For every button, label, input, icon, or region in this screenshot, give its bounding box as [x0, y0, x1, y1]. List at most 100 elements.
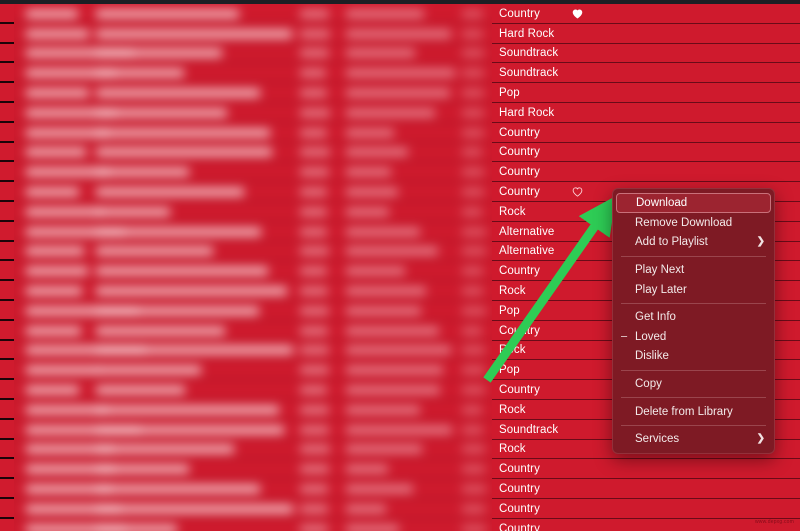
blurred-text-block	[462, 69, 484, 78]
heart-filled-icon[interactable]	[571, 8, 583, 20]
blurred-text-block	[462, 188, 485, 197]
blurred-text-block	[26, 89, 89, 98]
row-tick	[0, 477, 14, 480]
blurred-table-row	[0, 4, 492, 24]
blurred-text-block	[346, 405, 420, 414]
blurred-text-block	[346, 247, 438, 256]
table-row[interactable]: Soundtrack	[492, 63, 800, 84]
blurred-table-row	[0, 43, 492, 64]
blurred-table-row	[0, 162, 492, 183]
row-tick	[0, 120, 14, 123]
menu-item-remove-download[interactable]: Remove Download	[613, 213, 774, 233]
row-tick	[0, 398, 14, 400]
blurred-text-block	[346, 89, 451, 98]
table-row[interactable]: Soundtrack	[492, 44, 800, 64]
menu-separator	[621, 424, 766, 426]
menu-item-dislike[interactable]: Dislike	[613, 347, 774, 367]
menu-item-loved[interactable]: – Loved	[613, 327, 774, 347]
menu-item-label: Download	[636, 197, 688, 209]
genre-cell: Rock	[499, 285, 526, 298]
menu-item-play-next[interactable]: Play Next	[613, 260, 774, 280]
table-row[interactable]: Country	[492, 519, 800, 531]
blurred-text-block	[96, 247, 213, 256]
menu-item-get-info[interactable]: Get Info	[613, 307, 774, 327]
blurred-text-block	[300, 9, 329, 18]
row-tick	[0, 417, 14, 420]
blurred-text-block	[346, 128, 395, 137]
blurred-text-block	[462, 29, 484, 38]
row-tick	[0, 219, 14, 222]
blurred-text-block	[346, 346, 452, 355]
menu-item-download[interactable]: Download	[616, 193, 771, 213]
genre-cell: Soundtrack	[499, 47, 559, 60]
table-row[interactable]: Country	[492, 499, 800, 519]
blurred-text-block	[462, 168, 484, 177]
blurred-text-block	[462, 128, 484, 137]
blurred-text-block	[300, 188, 328, 197]
blurred-text-block	[462, 465, 486, 474]
genre-cell: Soundtrack	[499, 67, 559, 80]
blurred-text-block	[300, 346, 329, 355]
blurred-text-block	[26, 386, 80, 395]
blurred-text-block	[346, 227, 420, 236]
table-row[interactable]: Country	[492, 4, 800, 24]
blurred-text-block	[300, 465, 329, 474]
blurred-text-block	[96, 326, 226, 335]
blurred-table-row	[0, 221, 492, 242]
table-row[interactable]: Country	[492, 123, 800, 143]
menu-item-play-later[interactable]: Play Later	[613, 280, 774, 300]
genre-cell: Rock	[499, 205, 526, 218]
row-tick	[0, 378, 14, 381]
row-tick	[0, 516, 14, 519]
blurred-text-block	[300, 128, 327, 137]
table-row[interactable]: Country	[492, 143, 800, 163]
table-row[interactable]: Hard Rock	[492, 24, 800, 44]
blurred-text-block	[300, 445, 330, 454]
blurred-text-block	[96, 148, 272, 157]
blurred-text-block	[300, 49, 329, 58]
watermark: www.depxg.com	[754, 519, 794, 525]
context-menu[interactable]: Download Remove Download Add to Playlist ❯ P…	[612, 188, 775, 454]
menu-item-add-to-playlist[interactable]: Add to Playlist ❯	[613, 233, 774, 253]
blurred-text-block	[26, 29, 90, 38]
blurred-text-block	[462, 49, 484, 58]
blurred-text-block	[346, 69, 455, 78]
blurred-text-block	[346, 485, 414, 494]
blurred-text-block	[300, 247, 330, 256]
table-row[interactable]: Country	[492, 459, 800, 480]
blurred-text-block	[346, 386, 440, 395]
genre-cell: Rock	[499, 344, 526, 357]
blurred-text-block	[346, 445, 423, 454]
blurred-table-row	[0, 122, 492, 143]
table-row[interactable]: Hard Rock	[492, 103, 800, 123]
blurred-text-block	[300, 287, 328, 296]
menu-item-services[interactable]: Services ❯	[613, 429, 774, 449]
blurred-text-block	[300, 267, 327, 276]
blurred-table-row	[0, 518, 492, 531]
blurred-table-row	[0, 301, 492, 321]
blurred-text-block	[300, 168, 330, 177]
blurred-text-block	[346, 148, 408, 157]
heart-outline-icon[interactable]	[571, 186, 583, 198]
blurred-text-block	[300, 425, 329, 434]
blurred-text-block	[346, 504, 387, 513]
blurred-text-block	[346, 188, 399, 197]
blurred-text-block	[346, 49, 416, 58]
blurred-text-block	[300, 485, 328, 494]
blurred-text-block	[96, 49, 223, 58]
table-row[interactable]: Pop	[492, 83, 800, 103]
blurred-table-row	[0, 419, 492, 440]
menu-item-delete-from-library[interactable]: Delete from Library	[613, 402, 774, 422]
genre-cell: Country	[499, 126, 540, 139]
menu-item-copy[interactable]: Copy	[613, 374, 774, 394]
table-row[interactable]: Country	[492, 479, 800, 499]
dash-mark-icon: –	[621, 330, 628, 343]
blurred-text-block	[300, 306, 329, 315]
row-tick	[0, 140, 14, 143]
blurred-text-block	[300, 524, 328, 531]
genre-cell: Country	[499, 384, 540, 397]
blurred-table-row	[0, 103, 492, 123]
row-tick	[0, 279, 14, 282]
table-row[interactable]: Country	[492, 162, 800, 183]
blurred-text-block	[26, 148, 86, 157]
